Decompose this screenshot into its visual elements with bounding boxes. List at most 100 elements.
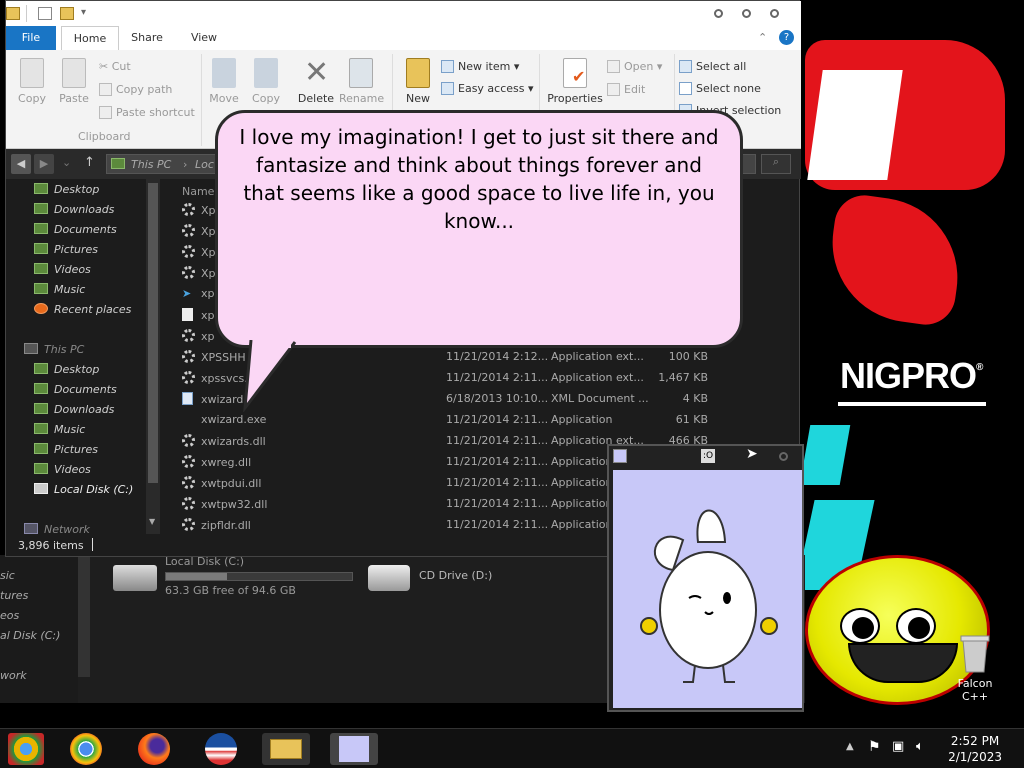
nav-scrollbar[interactable]: ▼ [146, 179, 160, 534]
firefox-icon[interactable] [138, 733, 170, 765]
wallpaper-brand: NIGPRO® [840, 355, 983, 396]
item-count: 3,896 items [18, 539, 84, 552]
clock[interactable]: 2:52 PM 2/1/2023 [948, 733, 1002, 765]
chevron-down-icon[interactable]: ▾ [81, 7, 86, 18]
close-button[interactable] [779, 452, 788, 461]
nav-item-videos[interactable]: Videos [34, 263, 91, 276]
tab-home[interactable]: Home [61, 26, 119, 50]
select-all-button[interactable]: Select all [679, 60, 746, 73]
nav-item-pictures[interactable]: Pictures [34, 243, 98, 256]
breadcrumb-chevron-icon[interactable]: › [183, 158, 187, 171]
edit-button[interactable]: Edit [607, 83, 645, 96]
nav-item-pc-documents[interactable]: Documents [34, 383, 117, 396]
scroll-down-icon[interactable]: ▼ [149, 517, 155, 526]
tab-share[interactable]: Share [124, 26, 170, 50]
properties-button[interactable]: ✔ Properties [544, 58, 606, 105]
nav-item-this-pc[interactable]: This PC [24, 343, 84, 356]
paste-button[interactable]: Paste [56, 58, 92, 105]
nav-item-desktop[interactable]: Desktop [34, 183, 99, 196]
nav-item-documents[interactable]: Documents [34, 223, 117, 236]
window-mark: :O [701, 449, 715, 463]
nav-item-pc-music[interactable]: Music [34, 423, 85, 436]
rename-button[interactable]: Rename [339, 58, 384, 105]
nav-item[interactable]: tures [0, 589, 28, 602]
nav-item-pc-pictures[interactable]: Pictures [34, 443, 98, 456]
new-item-button[interactable]: New item ▾ [441, 60, 519, 73]
recent-locations-chevron-icon[interactable]: ⌄ [62, 156, 71, 169]
copy-to-button[interactable]: Copy [248, 58, 284, 105]
nav-item[interactable]: al Disk (C:) [0, 629, 60, 642]
drive-label[interactable]: CD Drive (D:) [419, 569, 492, 582]
nav-item-recent-places[interactable]: Recent places [34, 303, 131, 316]
open-button[interactable]: Open ▾ [607, 60, 662, 73]
copy-path-button[interactable]: Copy path [99, 83, 172, 96]
nav-item[interactable]: work [0, 669, 27, 682]
chrome-canary-icon[interactable] [8, 733, 44, 765]
desktop-icon-recycle-bin[interactable]: Falcon C++ [945, 632, 1005, 703]
flag-icon[interactable]: ⚑ [868, 739, 881, 755]
close-button[interactable] [770, 9, 779, 18]
minimize-button[interactable] [714, 9, 723, 18]
up-arrow-icon[interactable]: ↑ [84, 155, 95, 170]
nav-item-pc-downloads[interactable]: Downloads [34, 403, 114, 416]
delete-button[interactable]: ✕ Delete [296, 55, 336, 106]
bunny-app-icon[interactable] [330, 733, 378, 765]
nav-item[interactable]: eos [0, 609, 19, 622]
easy-access-button[interactable]: Easy access ▾ [441, 82, 534, 95]
wallpaper-white-letter [807, 70, 903, 180]
forward-button[interactable]: ▶ [34, 154, 54, 174]
edit-icon [607, 83, 620, 96]
new-item-icon [441, 60, 454, 73]
copy-button[interactable]: Copy [16, 58, 48, 105]
bunny-app-window[interactable]: :O ➤ [607, 444, 804, 712]
nav-item-downloads[interactable]: Downloads [34, 203, 114, 216]
gear-icon [182, 434, 195, 447]
nav-item[interactable]: sic [0, 569, 15, 582]
breadcrumb-local-disk[interactable]: Loc [195, 158, 214, 171]
file-explorer-icon[interactable] [262, 733, 310, 765]
cut-button[interactable]: ✂ Cut [99, 60, 131, 73]
network-icon[interactable]: ▣ [892, 739, 904, 754]
select-none-button[interactable]: Select none [679, 82, 761, 95]
properties-icon[interactable] [38, 7, 52, 20]
gear-icon [182, 518, 195, 531]
computer-icon [111, 158, 125, 169]
select-none-icon [679, 82, 692, 95]
search-icon[interactable]: ⌕ [761, 154, 791, 174]
delete-x-icon: ✕ [304, 55, 330, 90]
paste-shortcut-button[interactable]: Paste shortcut [99, 106, 195, 119]
help-icon[interactable]: ? [779, 30, 794, 45]
cd-drive-icon [368, 565, 410, 591]
move-to-button[interactable]: Move [206, 58, 242, 105]
volume-icon[interactable]: 🔈︎ [916, 739, 924, 754]
scrollbar-thumb[interactable] [148, 183, 158, 483]
chrome-icon[interactable] [70, 733, 102, 765]
maximize-button[interactable] [742, 9, 751, 18]
tab-file[interactable]: File [6, 26, 56, 50]
nav-item-local-disk[interactable]: Local Disk (C:) [34, 483, 133, 496]
nav-item-pc-videos[interactable]: Videos [34, 463, 91, 476]
chevron-up-icon[interactable]: ⌃ [758, 31, 767, 44]
speech-bubble-tail [243, 340, 297, 412]
xml-file-icon [182, 392, 193, 405]
send-arrow-icon: ➤ [182, 287, 192, 300]
scrollbar[interactable] [78, 555, 90, 677]
breadcrumb-this-pc[interactable]: This PC [131, 158, 171, 171]
speech-bubble-text: I love my imagination! I get to just sit… [239, 125, 719, 233]
back-button[interactable]: ◀ [11, 154, 31, 174]
wallpaper-red-letters [822, 191, 968, 329]
column-header-name[interactable]: Name [182, 185, 214, 198]
nav-item-pc-desktop[interactable]: Desktop [34, 363, 99, 376]
tab-view[interactable]: View [181, 26, 227, 50]
tray-chevron-up-icon[interactable]: ▲ [846, 741, 854, 752]
smiley-mouth [848, 643, 958, 683]
new-folder-icon[interactable] [60, 7, 74, 20]
gear-icon [182, 245, 195, 258]
new-folder-button[interactable]: New [398, 58, 438, 105]
background-nav-pane: sic tures eos al Disk (C:) work [0, 555, 78, 703]
title-bar[interactable]: ▾ [6, 1, 801, 26]
obama-logo-icon[interactable] [205, 733, 237, 765]
nav-item-music[interactable]: Music [34, 283, 85, 296]
gear-icon [182, 266, 195, 279]
list-item[interactable]: xwizard.exe 11/21/2014 2:11... Application… [182, 409, 792, 430]
